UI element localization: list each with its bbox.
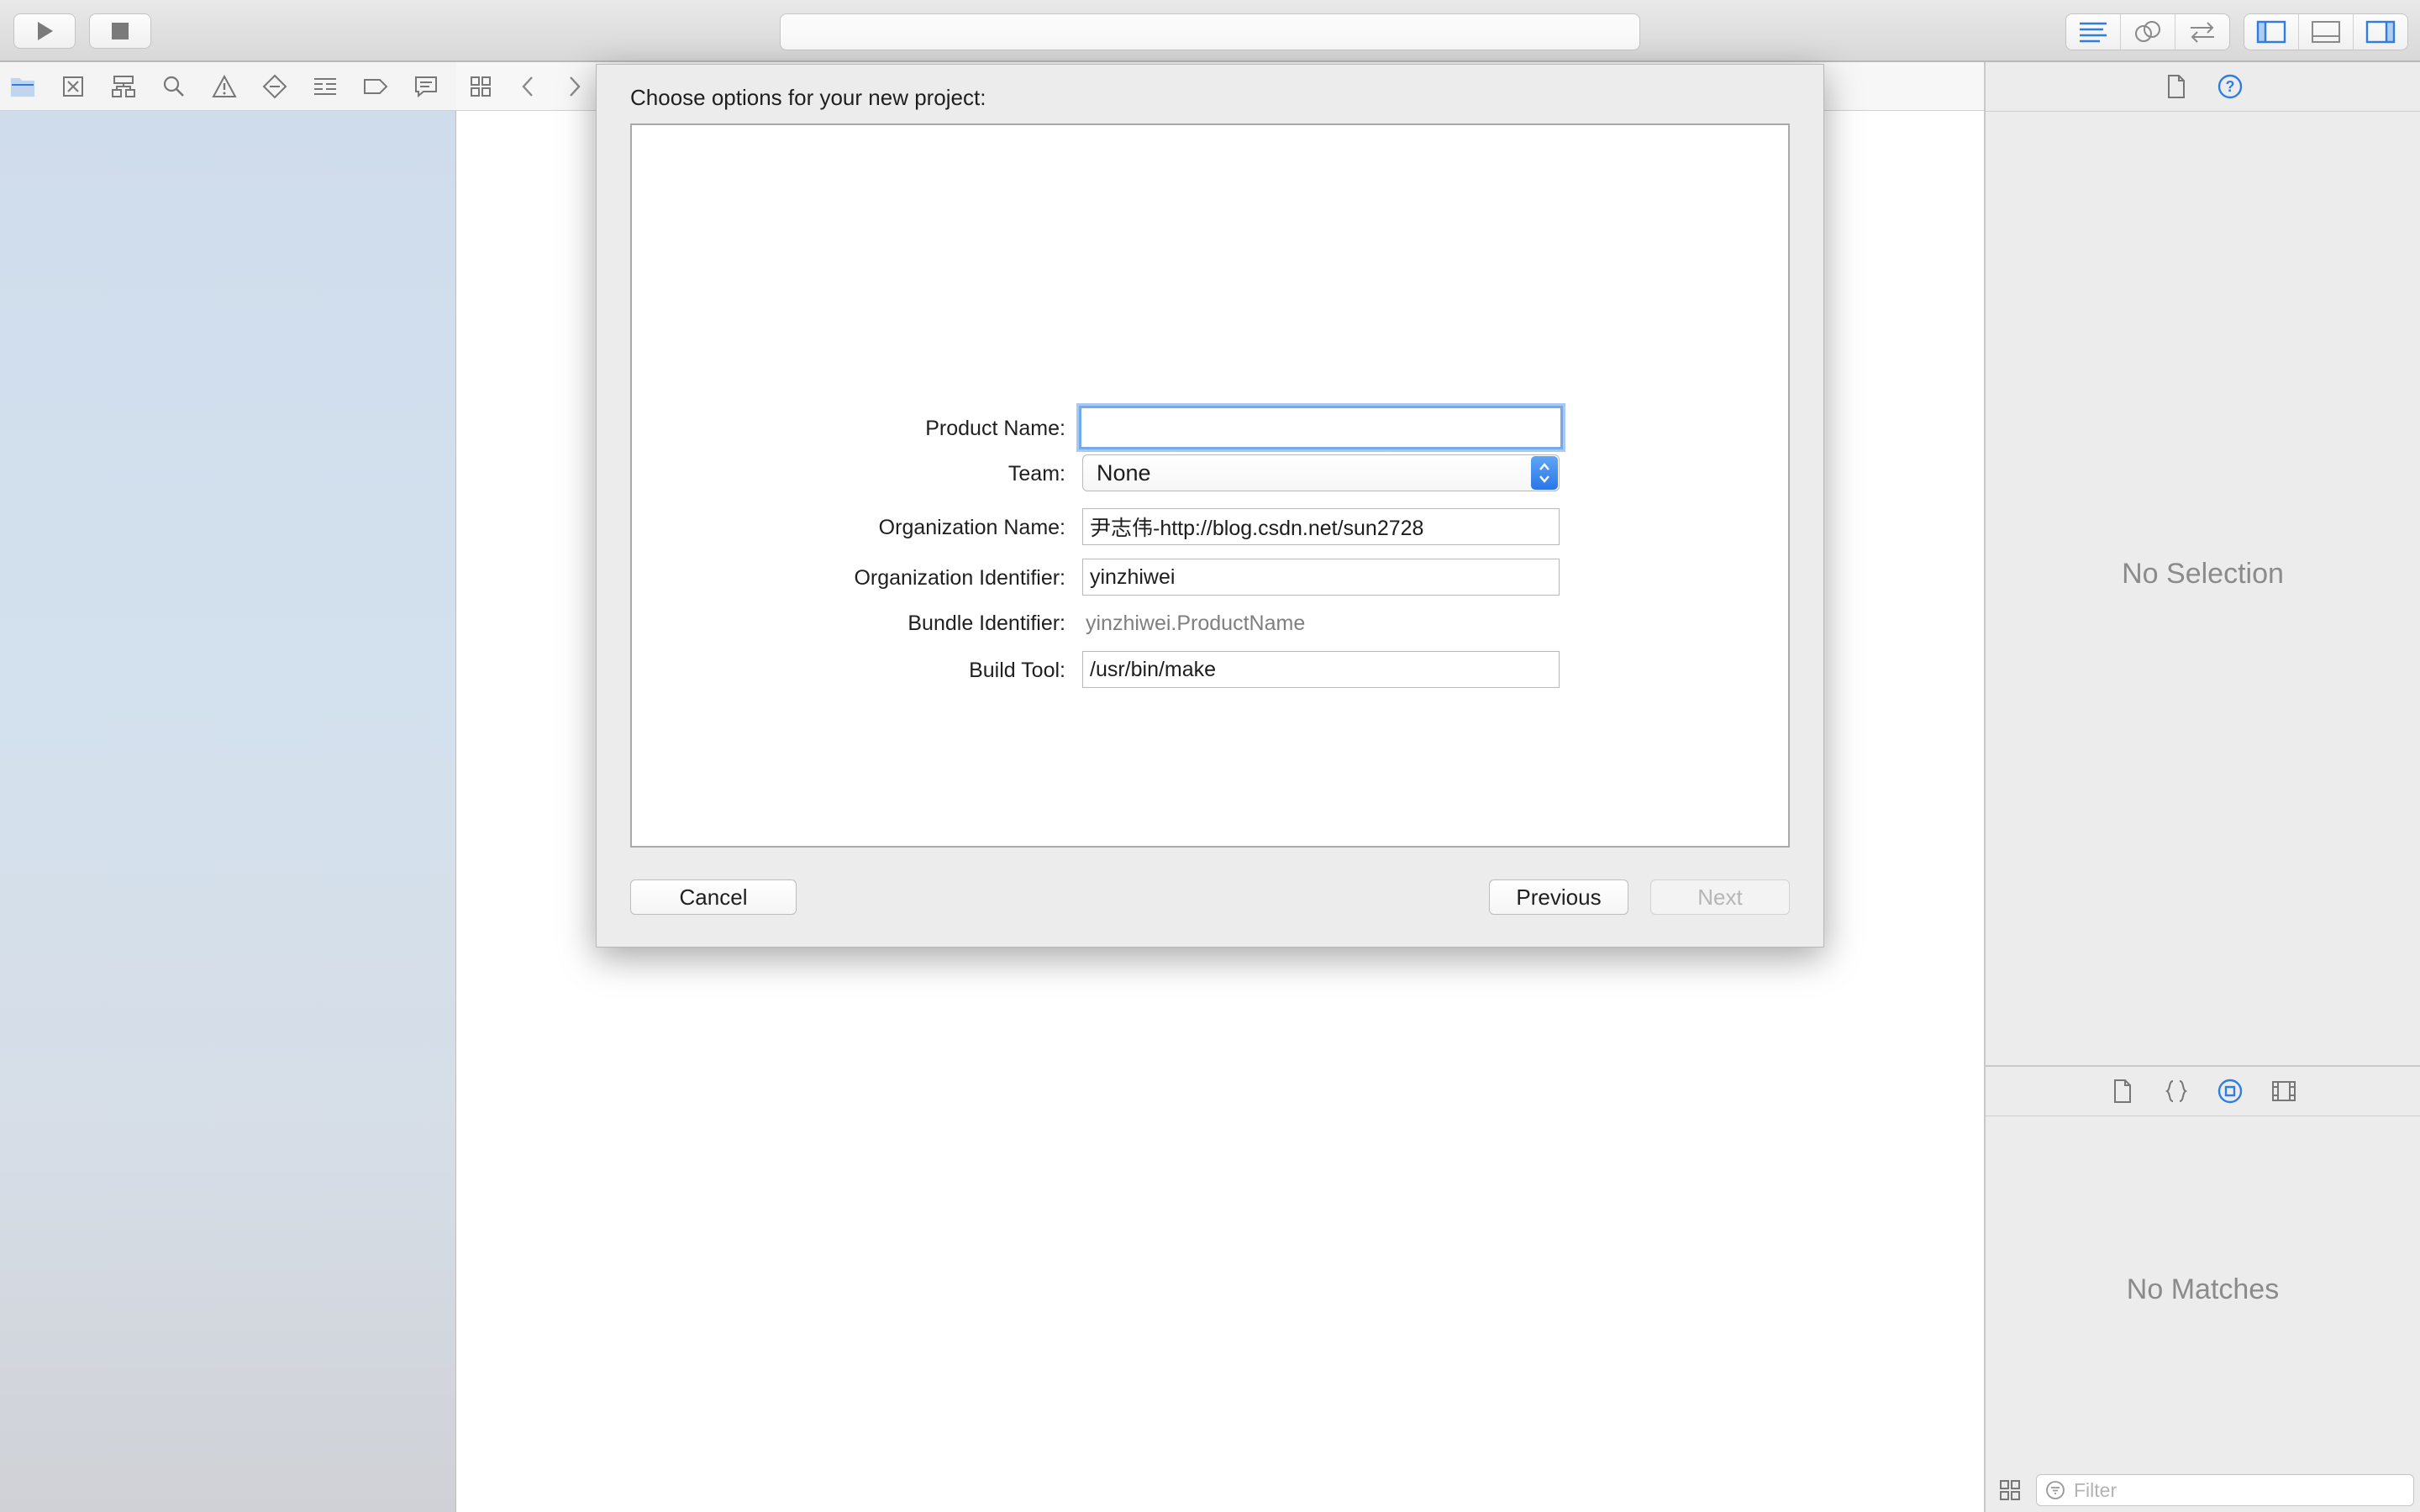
help-icon: ? <box>2217 74 2242 99</box>
chevron-right-icon <box>570 76 581 97</box>
view-toggle-control <box>2244 13 2408 50</box>
organization-name-field[interactable] <box>1082 508 1560 545</box>
window-toolbar <box>0 0 2420 62</box>
breakpoint-navigator-tab[interactable] <box>363 74 388 99</box>
organization-name-row: Organization Name: <box>632 508 1788 547</box>
back-button[interactable] <box>515 74 540 99</box>
filter-icon <box>2046 1481 2065 1499</box>
new-project-options-sheet: Choose options for your new project: Pro… <box>596 64 1824 948</box>
media-library-tab[interactable] <box>2271 1079 2296 1104</box>
cancel-button[interactable]: Cancel <box>630 879 797 915</box>
assistant-editor-icon <box>2135 21 2160 42</box>
run-button[interactable] <box>13 13 76 49</box>
build-tool-field[interactable] <box>1082 651 1560 688</box>
folder-icon <box>10 77 35 97</box>
library-filter-bar <box>1986 1468 2420 1512</box>
version-editor-button[interactable] <box>2175 14 2229 50</box>
svg-text:?: ? <box>2225 78 2234 95</box>
product-name-field[interactable] <box>1079 406 1563 449</box>
bundle-identifier-row: Bundle Identifier: yinzhiwei.ProductName <box>632 604 1788 643</box>
library-filter-input[interactable] <box>2072 1478 2395 1503</box>
media-icon <box>2271 1081 2296 1101</box>
report-navigator-tab[interactable] <box>413 74 439 99</box>
file-inspector-tab[interactable] <box>2164 74 2189 99</box>
product-name-label: Product Name: <box>925 417 1065 440</box>
library-view-toggle-button[interactable] <box>1997 1478 2023 1503</box>
find-hierarchy-tab[interactable] <box>111 74 136 99</box>
assistant-editor-button[interactable] <box>2121 14 2175 50</box>
breakpoint-icon <box>364 78 388 94</box>
test-icon <box>262 74 287 98</box>
organization-identifier-label: Organization Identifier: <box>854 566 1065 590</box>
debug-navigator-tab[interactable] <box>313 74 338 99</box>
stop-button[interactable] <box>89 13 151 49</box>
previous-button[interactable]: Previous <box>1489 879 1628 915</box>
standard-editor-icon <box>2080 22 2107 43</box>
code-snippet-library-tab[interactable] <box>2164 1079 2189 1104</box>
object-library-tab[interactable] <box>2217 1079 2243 1104</box>
navigator-toggle-button[interactable] <box>2244 14 2299 50</box>
library-filter-field[interactable] <box>2036 1474 2414 1506</box>
project-navigator-tab[interactable] <box>10 74 35 99</box>
code-snippet-icon <box>2165 1080 2187 1102</box>
editor-mode-control <box>2065 13 2230 50</box>
activity-viewer <box>780 13 1640 50</box>
organization-name-label: Organization Name: <box>878 516 1065 539</box>
sheet-title: Choose options for your new project: <box>630 85 986 110</box>
team-popup[interactable]: None <box>1082 454 1560 491</box>
find-navigator-tab[interactable] <box>161 74 187 99</box>
debug-icon <box>314 77 336 95</box>
search-icon <box>163 76 184 97</box>
issue-navigator-tab[interactable] <box>212 74 237 99</box>
quick-help-tab[interactable]: ? <box>2217 74 2243 99</box>
utilities-toggle-button[interactable] <box>2354 14 2407 50</box>
build-tool-label: Build Tool: <box>969 659 1065 682</box>
test-navigator-tab[interactable] <box>262 74 287 99</box>
team-label: Team: <box>1007 462 1065 486</box>
stop-icon <box>112 23 129 39</box>
organization-identifier-field[interactable] <box>1082 559 1560 596</box>
bundle-identifier-label: Bundle Identifier: <box>908 612 1065 635</box>
forward-button[interactable] <box>562 74 587 99</box>
library-pane: No Matches <box>1984 1065 2420 1512</box>
version-editor-icon <box>2191 22 2214 43</box>
file-template-library-tab[interactable] <box>2110 1079 2135 1104</box>
grid-icon <box>471 76 491 97</box>
report-icon <box>415 76 437 97</box>
navigator-selector-bar <box>0 62 456 111</box>
navigator-area <box>0 111 456 1512</box>
play-icon <box>38 22 53 40</box>
navigator-toggle-icon <box>2256 20 2286 44</box>
file-template-icon <box>2113 1079 2131 1103</box>
standard-editor-button[interactable] <box>2066 14 2121 50</box>
debug-area-toggle-button[interactable] <box>2299 14 2354 50</box>
inspector-tabs: ? <box>1986 62 2420 112</box>
inspector-pane: ? No Selection <box>1984 62 2420 1065</box>
organization-identifier-row: Organization Identifier: <box>632 559 1788 597</box>
warning-icon <box>212 74 237 97</box>
updown-arrows-icon <box>1531 456 1558 490</box>
team-popup-value: None <box>1097 459 1151 486</box>
object-icon <box>2217 1079 2242 1104</box>
symbol-navigator-tab[interactable] <box>60 74 86 99</box>
next-button[interactable]: Next <box>1650 879 1790 915</box>
product-name-row: Product Name: <box>632 406 1788 449</box>
no-selection-label: No Selection <box>2122 558 2284 590</box>
symbol-icon <box>63 76 83 97</box>
debug-area-toggle-icon <box>2312 21 2340 43</box>
chevron-left-icon <box>522 76 533 97</box>
utilities-toggle-icon <box>2365 20 2396 44</box>
related-items-button[interactable] <box>468 74 493 99</box>
team-row: Team: None <box>632 454 1788 493</box>
bundle-identifier-value: yinzhiwei.ProductName <box>1086 612 1306 635</box>
hierarchy-icon <box>112 75 135 97</box>
project-options-form: Product Name: Team: None Organization Na… <box>630 123 1790 848</box>
grid-icon <box>2000 1480 2020 1500</box>
library-tabs <box>1986 1067 2420 1116</box>
file-inspector-icon <box>2167 75 2185 98</box>
no-matches-label: No Matches <box>2126 1273 2280 1305</box>
build-tool-row: Build Tool: <box>632 651 1788 690</box>
